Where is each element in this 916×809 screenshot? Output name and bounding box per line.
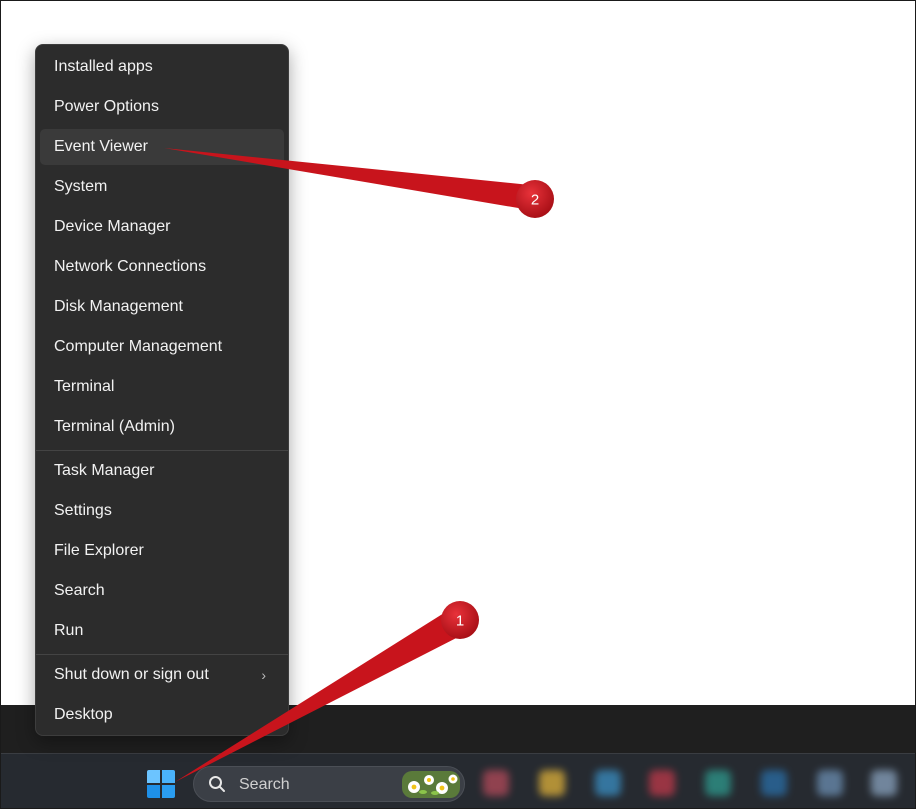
winx-context-menu: Installed apps Power Options Event Viewe… xyxy=(35,44,289,736)
taskbar-search[interactable]: Search xyxy=(193,766,465,802)
annotation-badge-1 xyxy=(441,601,479,639)
app-icon[interactable] xyxy=(761,770,787,796)
app-icon[interactable] xyxy=(483,770,509,796)
chevron-right-icon: › xyxy=(261,667,266,683)
search-highlight-flowers-icon xyxy=(402,771,460,798)
menu-item-network-connections[interactable]: Network Connections xyxy=(40,249,284,285)
app-icon[interactable] xyxy=(817,770,843,796)
app-icon[interactable] xyxy=(871,770,897,796)
windows-logo-icon xyxy=(147,770,160,783)
menu-item-disk-management[interactable]: Disk Management xyxy=(40,289,284,325)
start-button[interactable] xyxy=(147,770,177,800)
menu-item-settings[interactable]: Settings xyxy=(40,493,284,529)
menu-separator xyxy=(36,450,288,451)
search-icon xyxy=(209,776,225,792)
search-placeholder: Search xyxy=(239,776,290,793)
menu-item-shut-down-label: Shut down or sign out xyxy=(54,666,209,683)
menu-item-system[interactable]: System xyxy=(40,169,284,205)
windows-logo-tile xyxy=(162,785,175,798)
menu-item-event-viewer[interactable]: Event Viewer xyxy=(40,129,284,165)
menu-item-device-manager[interactable]: Device Manager xyxy=(40,209,284,245)
menu-item-search[interactable]: Search xyxy=(40,573,284,609)
app-icon[interactable] xyxy=(705,770,731,796)
pinned-apps-blurred xyxy=(471,754,915,809)
menu-item-power-options[interactable]: Power Options xyxy=(40,89,284,125)
menu-item-terminal-admin[interactable]: Terminal (Admin) xyxy=(40,409,284,445)
menu-item-terminal[interactable]: Terminal xyxy=(40,369,284,405)
menu-item-task-manager[interactable]: Task Manager xyxy=(40,453,284,489)
annotation-badge-1-label: 1 xyxy=(456,613,464,630)
taskbar: Search xyxy=(1,753,915,809)
windows-logo-tile xyxy=(147,785,160,798)
windows-logo-tile xyxy=(162,770,175,783)
menu-item-desktop[interactable]: Desktop xyxy=(40,697,284,733)
app-icon[interactable] xyxy=(649,770,675,796)
annotation-badge-2 xyxy=(516,180,554,218)
annotation-badge-2-label: 2 xyxy=(531,192,539,209)
menu-separator xyxy=(36,654,288,655)
menu-item-file-explorer[interactable]: File Explorer xyxy=(40,533,284,569)
menu-item-computer-management[interactable]: Computer Management xyxy=(40,329,284,365)
menu-item-run[interactable]: Run xyxy=(40,613,284,649)
menu-item-installed-apps[interactable]: Installed apps xyxy=(40,49,284,85)
menu-item-shut-down[interactable]: Shut down or sign out › xyxy=(40,657,284,693)
app-icon[interactable] xyxy=(595,770,621,796)
app-icon[interactable] xyxy=(539,770,565,796)
